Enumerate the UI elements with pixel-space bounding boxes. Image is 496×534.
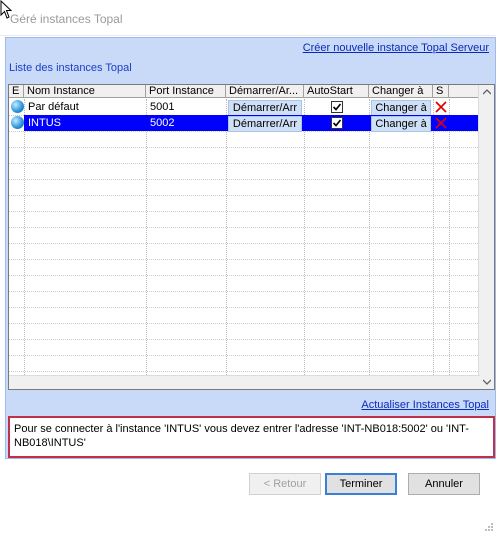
start-stop-button[interactable]: Démarrer/Arr (228, 100, 302, 116)
change-button[interactable]: Changer à (371, 100, 431, 116)
window-title: Géré instances Topal (10, 12, 123, 26)
cancel-button[interactable]: Annuler (408, 473, 480, 495)
instance-globe-icon (11, 116, 24, 129)
connection-info-box: Pour se connecter à l'instance 'INTUS' v… (8, 416, 495, 458)
column-header-autostart[interactable]: AutoStart (304, 85, 369, 98)
instances-grid[interactable]: E Nom Instance Port Instance Démarrer/Ar… (8, 84, 495, 390)
checkmark-icon (332, 103, 342, 111)
grid-line (9, 355, 480, 356)
grid-line (9, 371, 480, 372)
column-header-e[interactable]: E (9, 85, 24, 98)
grid-line (369, 99, 370, 389)
resize-grip-icon[interactable] (484, 522, 494, 532)
grid-line (226, 99, 227, 389)
autostart-checkbox[interactable] (331, 101, 343, 113)
instance-port-cell[interactable]: 5001 (148, 99, 224, 115)
grid-line (9, 291, 480, 292)
grid-line (9, 259, 480, 260)
grid-line (24, 99, 25, 389)
create-instance-link[interactable]: Créer nouvelle instance Topal Serveur (303, 42, 489, 54)
grid-line (9, 243, 480, 244)
button-bar: < Retour Terminer Annuler (0, 462, 496, 534)
grid-line (9, 323, 480, 324)
scroll-down-arrow-icon[interactable] (483, 379, 491, 385)
grid-line (449, 99, 450, 389)
autostart-checkbox[interactable] (331, 117, 343, 129)
grid-line (9, 339, 480, 340)
grid-line (433, 99, 434, 389)
grid-line (9, 275, 480, 276)
instance-port-cell[interactable]: 5002 (148, 115, 224, 131)
delete-x-icon[interactable] (435, 101, 447, 113)
instance-globe-icon (11, 100, 24, 113)
grid-line (9, 163, 480, 164)
column-header-port[interactable]: Port Instance (146, 85, 226, 98)
grid-line (9, 211, 480, 212)
column-header-name[interactable]: Nom Instance (24, 85, 146, 98)
instance-list-label: Liste des instances Topal (9, 62, 132, 74)
grid-line (9, 227, 480, 228)
start-stop-button[interactable]: Démarrer/Arr (228, 116, 302, 132)
delete-x-icon[interactable] (435, 117, 447, 129)
scroll-up-arrow-icon[interactable] (483, 89, 491, 95)
grid-line (9, 195, 480, 196)
instance-name-cell[interactable]: INTUS (26, 115, 144, 131)
grid-line (146, 99, 147, 389)
vertical-scrollbar[interactable] (478, 85, 494, 389)
instance-name-cell[interactable]: Par défaut (26, 99, 144, 115)
horizontal-scrollbar[interactable] (9, 375, 480, 389)
checkmark-icon (332, 119, 342, 127)
column-header-start[interactable]: Démarrer/Ar... (226, 85, 304, 98)
grid-line (9, 147, 480, 148)
title-bar: Géré instances Topal (0, 0, 496, 36)
refresh-instances-link[interactable]: Actualiser Instances Topal (361, 399, 489, 411)
grid-line (9, 307, 480, 308)
grid-line (9, 179, 480, 180)
grid-line (304, 99, 305, 389)
change-button[interactable]: Changer à (371, 116, 431, 132)
column-header-change[interactable]: Changer à (369, 85, 433, 98)
column-header-filler (449, 85, 480, 98)
column-header-s[interactable]: S (433, 85, 449, 98)
back-button[interactable]: < Retour (249, 473, 321, 495)
main-panel: Créer nouvelle instance Topal Serveur Li… (5, 37, 496, 459)
finish-button[interactable]: Terminer (325, 473, 397, 495)
